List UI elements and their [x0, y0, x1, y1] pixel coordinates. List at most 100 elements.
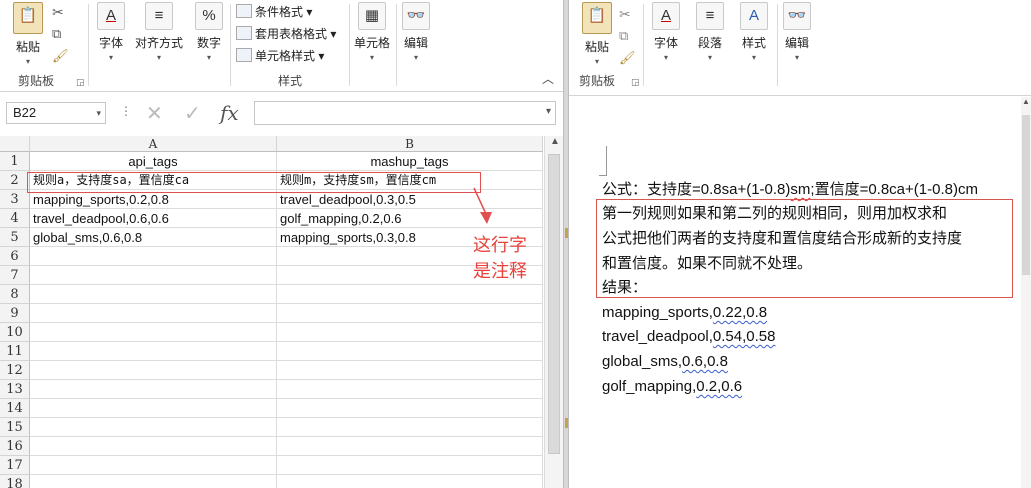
copy-icon[interactable]: ⧉	[52, 26, 61, 42]
table-cell[interactable]	[277, 342, 543, 361]
scroll-up-icon[interactable]: ▲	[550, 136, 560, 147]
table-cell[interactable]	[277, 475, 543, 488]
conditional-format-button[interactable]: 条件格式 ▾	[236, 3, 312, 23]
fx-icon[interactable]: fx	[220, 101, 239, 125]
dialog-launcher-icon[interactable]: ◲	[631, 77, 640, 88]
table-cell[interactable]	[30, 342, 277, 361]
row-header[interactable]: 9	[0, 304, 30, 323]
chevron-down-icon: ▾	[25, 57, 30, 66]
percent-icon: %	[195, 2, 223, 30]
scroll-thumb[interactable]	[1022, 115, 1030, 275]
table-cell[interactable]	[277, 304, 543, 323]
separator	[777, 4, 778, 86]
table-cell[interactable]	[30, 285, 277, 304]
table-cell[interactable]: api_tags	[30, 152, 277, 171]
binoculars-icon: 👓	[402, 2, 430, 30]
excel-clipboard-group: 📋 粘贴 ▾ ✂ ⧉ 🖌 剪贴板 ◲	[0, 0, 88, 92]
row-header[interactable]: 13	[0, 380, 30, 399]
table-cell[interactable]	[277, 456, 543, 475]
excel-number-button[interactable]: % 数字 ▾	[194, 2, 224, 72]
table-cell[interactable]	[277, 437, 543, 456]
row-header[interactable]: 12	[0, 361, 30, 380]
row-header[interactable]: 7	[0, 266, 30, 285]
divider-mark	[565, 228, 568, 238]
excel-styles-group: 条件格式 ▾ 套用表格格式 ▾ 单元格样式 ▾ 样式	[236, 0, 346, 92]
table-cell[interactable]	[30, 437, 277, 456]
table-cell[interactable]: global_sms,0.6,0.8	[30, 228, 277, 247]
table-cell[interactable]	[30, 456, 277, 475]
formula-input[interactable]: ▾	[254, 101, 556, 125]
excel-cells-button[interactable]: ▦ 单元格 ▾	[352, 2, 392, 72]
row-header[interactable]: 17	[0, 456, 30, 475]
word-font-button[interactable]: A 字体 ▾	[649, 2, 683, 72]
paragraph-icon: ≡	[696, 2, 724, 30]
row-header[interactable]: 2	[0, 171, 30, 190]
check-icon[interactable]: ✓	[184, 101, 201, 126]
table-cell[interactable]	[277, 380, 543, 399]
chevron-down-icon: ▾	[707, 53, 712, 62]
chevron-down-icon[interactable]: ▾	[96, 103, 101, 123]
table-cell[interactable]	[30, 247, 277, 266]
cut-icon[interactable]: ✂	[619, 6, 631, 23]
row-header[interactable]: 5	[0, 228, 30, 247]
table-cell[interactable]	[30, 361, 277, 380]
word-paragraph-button[interactable]: ≡ 段落 ▾	[693, 2, 727, 72]
table-cell[interactable]	[30, 266, 277, 285]
table-cell[interactable]: golf_mapping,0.2,0.6	[277, 209, 543, 228]
separator	[349, 4, 350, 86]
row-header[interactable]: 1	[0, 152, 30, 171]
format-painter-icon[interactable]: 🖌	[52, 48, 69, 64]
row-header[interactable]: 16	[0, 437, 30, 456]
table-cell[interactable]	[277, 285, 543, 304]
table-format-button[interactable]: 套用表格格式 ▾	[236, 25, 336, 45]
row-header[interactable]: 6	[0, 247, 30, 266]
align-icon: ≡	[145, 2, 173, 30]
column-header[interactable]: A	[30, 136, 277, 152]
excel-font-button[interactable]: A 字体 ▾	[94, 2, 128, 72]
row-header[interactable]: 10	[0, 323, 30, 342]
word-styles-button[interactable]: A 样式 ▾	[737, 2, 771, 72]
word-editing-button[interactable]: 👓 编辑 ▾	[781, 2, 813, 72]
format-painter-icon[interactable]: 🖌	[619, 50, 636, 66]
table-cell[interactable]: travel_deadpool,0.6,0.6	[30, 209, 277, 228]
row-header[interactable]: 3	[0, 190, 30, 209]
excel-vertical-scrollbar[interactable]: ▲	[544, 136, 563, 488]
cell-style-button[interactable]: 单元格样式 ▾	[236, 47, 324, 67]
table-cell[interactable]	[277, 323, 543, 342]
row-header[interactable]: 15	[0, 418, 30, 437]
excel-editing-button[interactable]: 👓 编辑 ▾	[400, 2, 432, 72]
cut-icon[interactable]: ✂	[52, 4, 64, 21]
column-header[interactable]: B	[277, 136, 543, 152]
cancel-icon[interactable]: ✕	[146, 101, 163, 126]
excel-alignment-button[interactable]: ≡ 对齐方式 ▾	[134, 2, 184, 72]
table-cell[interactable]	[30, 418, 277, 437]
chevron-down-icon[interactable]: ▾	[546, 106, 551, 117]
excel-paste-button[interactable]: 📋 粘贴 ▾	[10, 2, 46, 72]
word-vertical-scrollbar[interactable]: ▲	[1021, 97, 1031, 488]
page-corner-mark	[599, 146, 607, 176]
table-cell[interactable]	[30, 323, 277, 342]
scroll-thumb[interactable]	[548, 154, 560, 454]
table-cell[interactable]: mashup_tags	[277, 152, 543, 171]
word-paste-button[interactable]: 📋 粘贴 ▾	[579, 2, 615, 72]
table-cell[interactable]	[30, 475, 277, 488]
separator	[643, 4, 644, 86]
table-cell[interactable]	[277, 399, 543, 418]
copy-icon[interactable]: ⧉	[619, 28, 628, 44]
collapse-ribbon-icon[interactable]: ︿	[542, 70, 554, 87]
word-clipboard-group: 📋 粘贴 ▾ ✂ ⧉ 🖌 剪贴板 ◲	[569, 0, 643, 92]
row-header[interactable]: 8	[0, 285, 30, 304]
row-header[interactable]: 4	[0, 209, 30, 228]
row-header[interactable]: 18	[0, 475, 30, 488]
table-cell[interactable]	[30, 399, 277, 418]
row-header[interactable]: 14	[0, 399, 30, 418]
name-box[interactable]: B22 ▾	[6, 102, 106, 124]
table-cell[interactable]	[277, 361, 543, 380]
table-cell[interactable]	[30, 380, 277, 399]
dialog-launcher-icon[interactable]: ◲	[76, 77, 85, 88]
scroll-up-icon[interactable]: ▲	[1022, 97, 1030, 106]
table-cell[interactable]	[30, 304, 277, 323]
select-all-corner[interactable]	[0, 136, 30, 152]
row-header[interactable]: 11	[0, 342, 30, 361]
table-cell[interactable]	[277, 418, 543, 437]
